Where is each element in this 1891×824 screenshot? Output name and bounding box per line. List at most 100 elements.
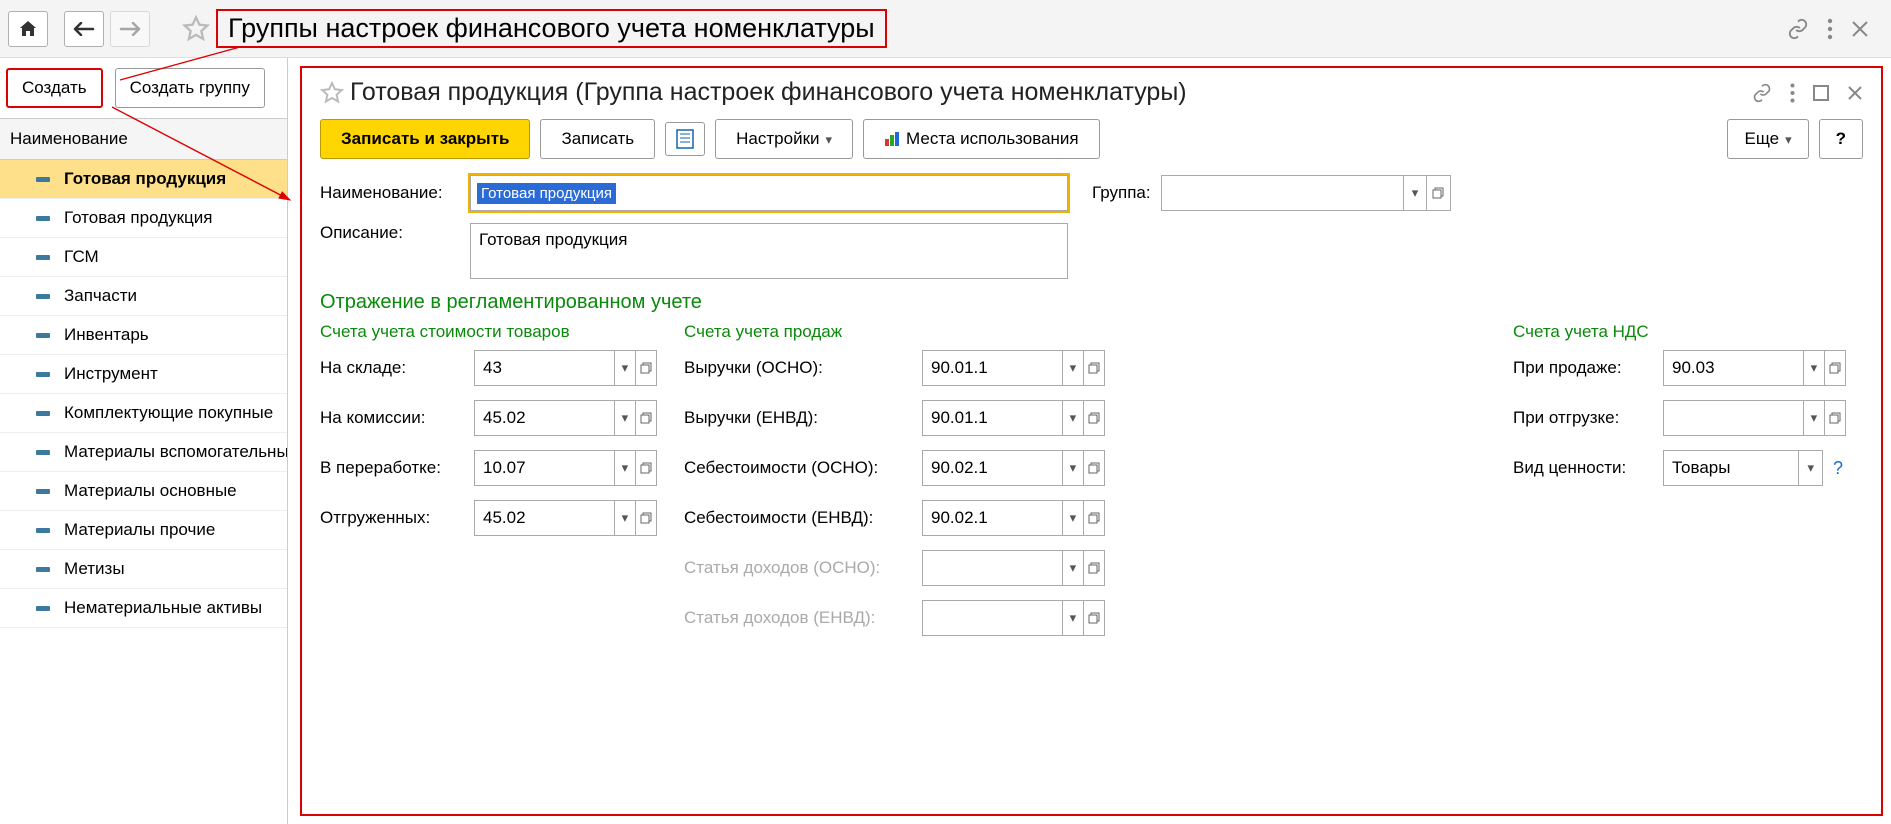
tree-row[interactable]: ГСМ: [0, 238, 287, 277]
save-button[interactable]: Записать: [540, 119, 655, 159]
tree-row[interactable]: Нематериальные активы: [0, 589, 287, 628]
home-button[interactable]: [8, 11, 48, 47]
close-icon[interactable]: [1847, 85, 1863, 101]
account-input[interactable]: [923, 401, 1062, 435]
group-field[interactable]: [1161, 175, 1451, 211]
tree-row[interactable]: Материалы прочие: [0, 511, 287, 550]
help-button[interactable]: ?: [1819, 119, 1863, 159]
account-label: Выручки (ОСНО):: [684, 358, 912, 378]
dropdown-button[interactable]: [614, 401, 635, 435]
dropdown-button[interactable]: [1062, 501, 1083, 535]
help-icon[interactable]: ?: [1833, 458, 1843, 479]
more-button[interactable]: Еще: [1727, 119, 1808, 159]
create-button[interactable]: Создать: [6, 68, 103, 108]
dropdown-button[interactable]: [1062, 601, 1083, 635]
account-input[interactable]: [923, 551, 1062, 585]
open-button[interactable]: [1083, 601, 1104, 635]
account-label: При продаже:: [1513, 358, 1653, 378]
account-input[interactable]: [1664, 351, 1803, 385]
open-button[interactable]: [635, 451, 656, 485]
dropdown-button[interactable]: [1062, 401, 1083, 435]
account-field[interactable]: [1663, 400, 1846, 436]
settings-button[interactable]: Настройки: [715, 119, 853, 159]
kebab-menu-icon[interactable]: [1827, 18, 1833, 40]
account-label: В переработке:: [320, 458, 464, 478]
account-input[interactable]: [1664, 401, 1803, 435]
account-row: Себестоимости (ОСНО):: [684, 450, 1214, 486]
usages-button[interactable]: Места использования: [863, 119, 1100, 159]
dropdown-button[interactable]: [1803, 351, 1824, 385]
dropdown-button[interactable]: [614, 501, 635, 535]
account-field[interactable]: [474, 400, 657, 436]
open-button[interactable]: [635, 401, 656, 435]
account-input[interactable]: [923, 501, 1062, 535]
account-input[interactable]: [475, 451, 614, 485]
back-button[interactable]: [64, 11, 104, 47]
chevron-down-icon: [826, 129, 833, 149]
dropdown-button[interactable]: [614, 451, 635, 485]
open-button[interactable]: [1824, 401, 1845, 435]
account-field[interactable]: [922, 550, 1105, 586]
open-button[interactable]: [1083, 551, 1104, 585]
account-field[interactable]: [474, 350, 657, 386]
open-button[interactable]: [1824, 351, 1845, 385]
open-button[interactable]: [635, 501, 656, 535]
kebab-menu-icon[interactable]: [1790, 83, 1795, 103]
more-label: Еще: [1744, 129, 1779, 149]
dropdown-button[interactable]: [1798, 451, 1822, 485]
close-icon[interactable]: [1851, 20, 1869, 38]
dropdown-button[interactable]: [1403, 176, 1426, 210]
page-title: Группы настроек финансового учета номенк…: [216, 9, 887, 48]
account-field[interactable]: [474, 450, 657, 486]
favorite-star-icon[interactable]: [182, 15, 210, 43]
tree-row[interactable]: Материалы вспомогательные: [0, 433, 287, 472]
tree-row[interactable]: Метизы: [0, 550, 287, 589]
dropdown-button[interactable]: [1803, 401, 1824, 435]
favorite-star-icon[interactable]: [320, 81, 344, 105]
account-input[interactable]: [1664, 451, 1798, 485]
account-field[interactable]: [922, 600, 1105, 636]
account-field[interactable]: [922, 350, 1105, 386]
tree-row[interactable]: Комплектующие покупные: [0, 394, 287, 433]
dropdown-button[interactable]: [614, 351, 635, 385]
open-button[interactable]: [1083, 501, 1104, 535]
item-marker-icon: [36, 294, 50, 299]
tree-row[interactable]: Запчасти: [0, 277, 287, 316]
tree-row[interactable]: Готовая продукция: [0, 199, 287, 238]
item-marker-icon: [36, 216, 50, 221]
account-input[interactable]: [475, 351, 614, 385]
account-field[interactable]: [922, 500, 1105, 536]
dropdown-button[interactable]: [1062, 451, 1083, 485]
open-button[interactable]: [1083, 451, 1104, 485]
account-input[interactable]: [923, 601, 1062, 635]
tree-row[interactable]: Инструмент: [0, 355, 287, 394]
open-button[interactable]: [1426, 176, 1449, 210]
tree-row[interactable]: Готовая продукция: [0, 160, 287, 199]
tree-row[interactable]: Инвентарь: [0, 316, 287, 355]
account-field[interactable]: [1663, 350, 1846, 386]
open-button[interactable]: [1083, 351, 1104, 385]
link-icon[interactable]: [1752, 83, 1772, 103]
group-input[interactable]: [1162, 176, 1403, 210]
account-input[interactable]: [923, 351, 1062, 385]
account-input[interactable]: [475, 401, 614, 435]
account-field[interactable]: [922, 450, 1105, 486]
tree-row[interactable]: Материалы основные: [0, 472, 287, 511]
account-input[interactable]: [923, 451, 1062, 485]
account-field[interactable]: [922, 400, 1105, 436]
dropdown-button[interactable]: [1062, 551, 1083, 585]
account-field[interactable]: [474, 500, 657, 536]
forward-button[interactable]: [110, 11, 150, 47]
account-field[interactable]: [1663, 450, 1823, 486]
account-input[interactable]: [475, 501, 614, 535]
report-button[interactable]: [665, 122, 705, 156]
save-and-close-button[interactable]: Записать и закрыть: [320, 119, 530, 159]
open-button[interactable]: [635, 351, 656, 385]
create-group-button[interactable]: Создать группу: [115, 68, 265, 108]
maximize-icon[interactable]: [1813, 85, 1829, 101]
name-field[interactable]: Готовая продукция: [471, 176, 1067, 210]
dropdown-button[interactable]: [1062, 351, 1083, 385]
desc-field[interactable]: [470, 223, 1068, 279]
open-button[interactable]: [1083, 401, 1104, 435]
link-icon[interactable]: [1787, 18, 1809, 40]
